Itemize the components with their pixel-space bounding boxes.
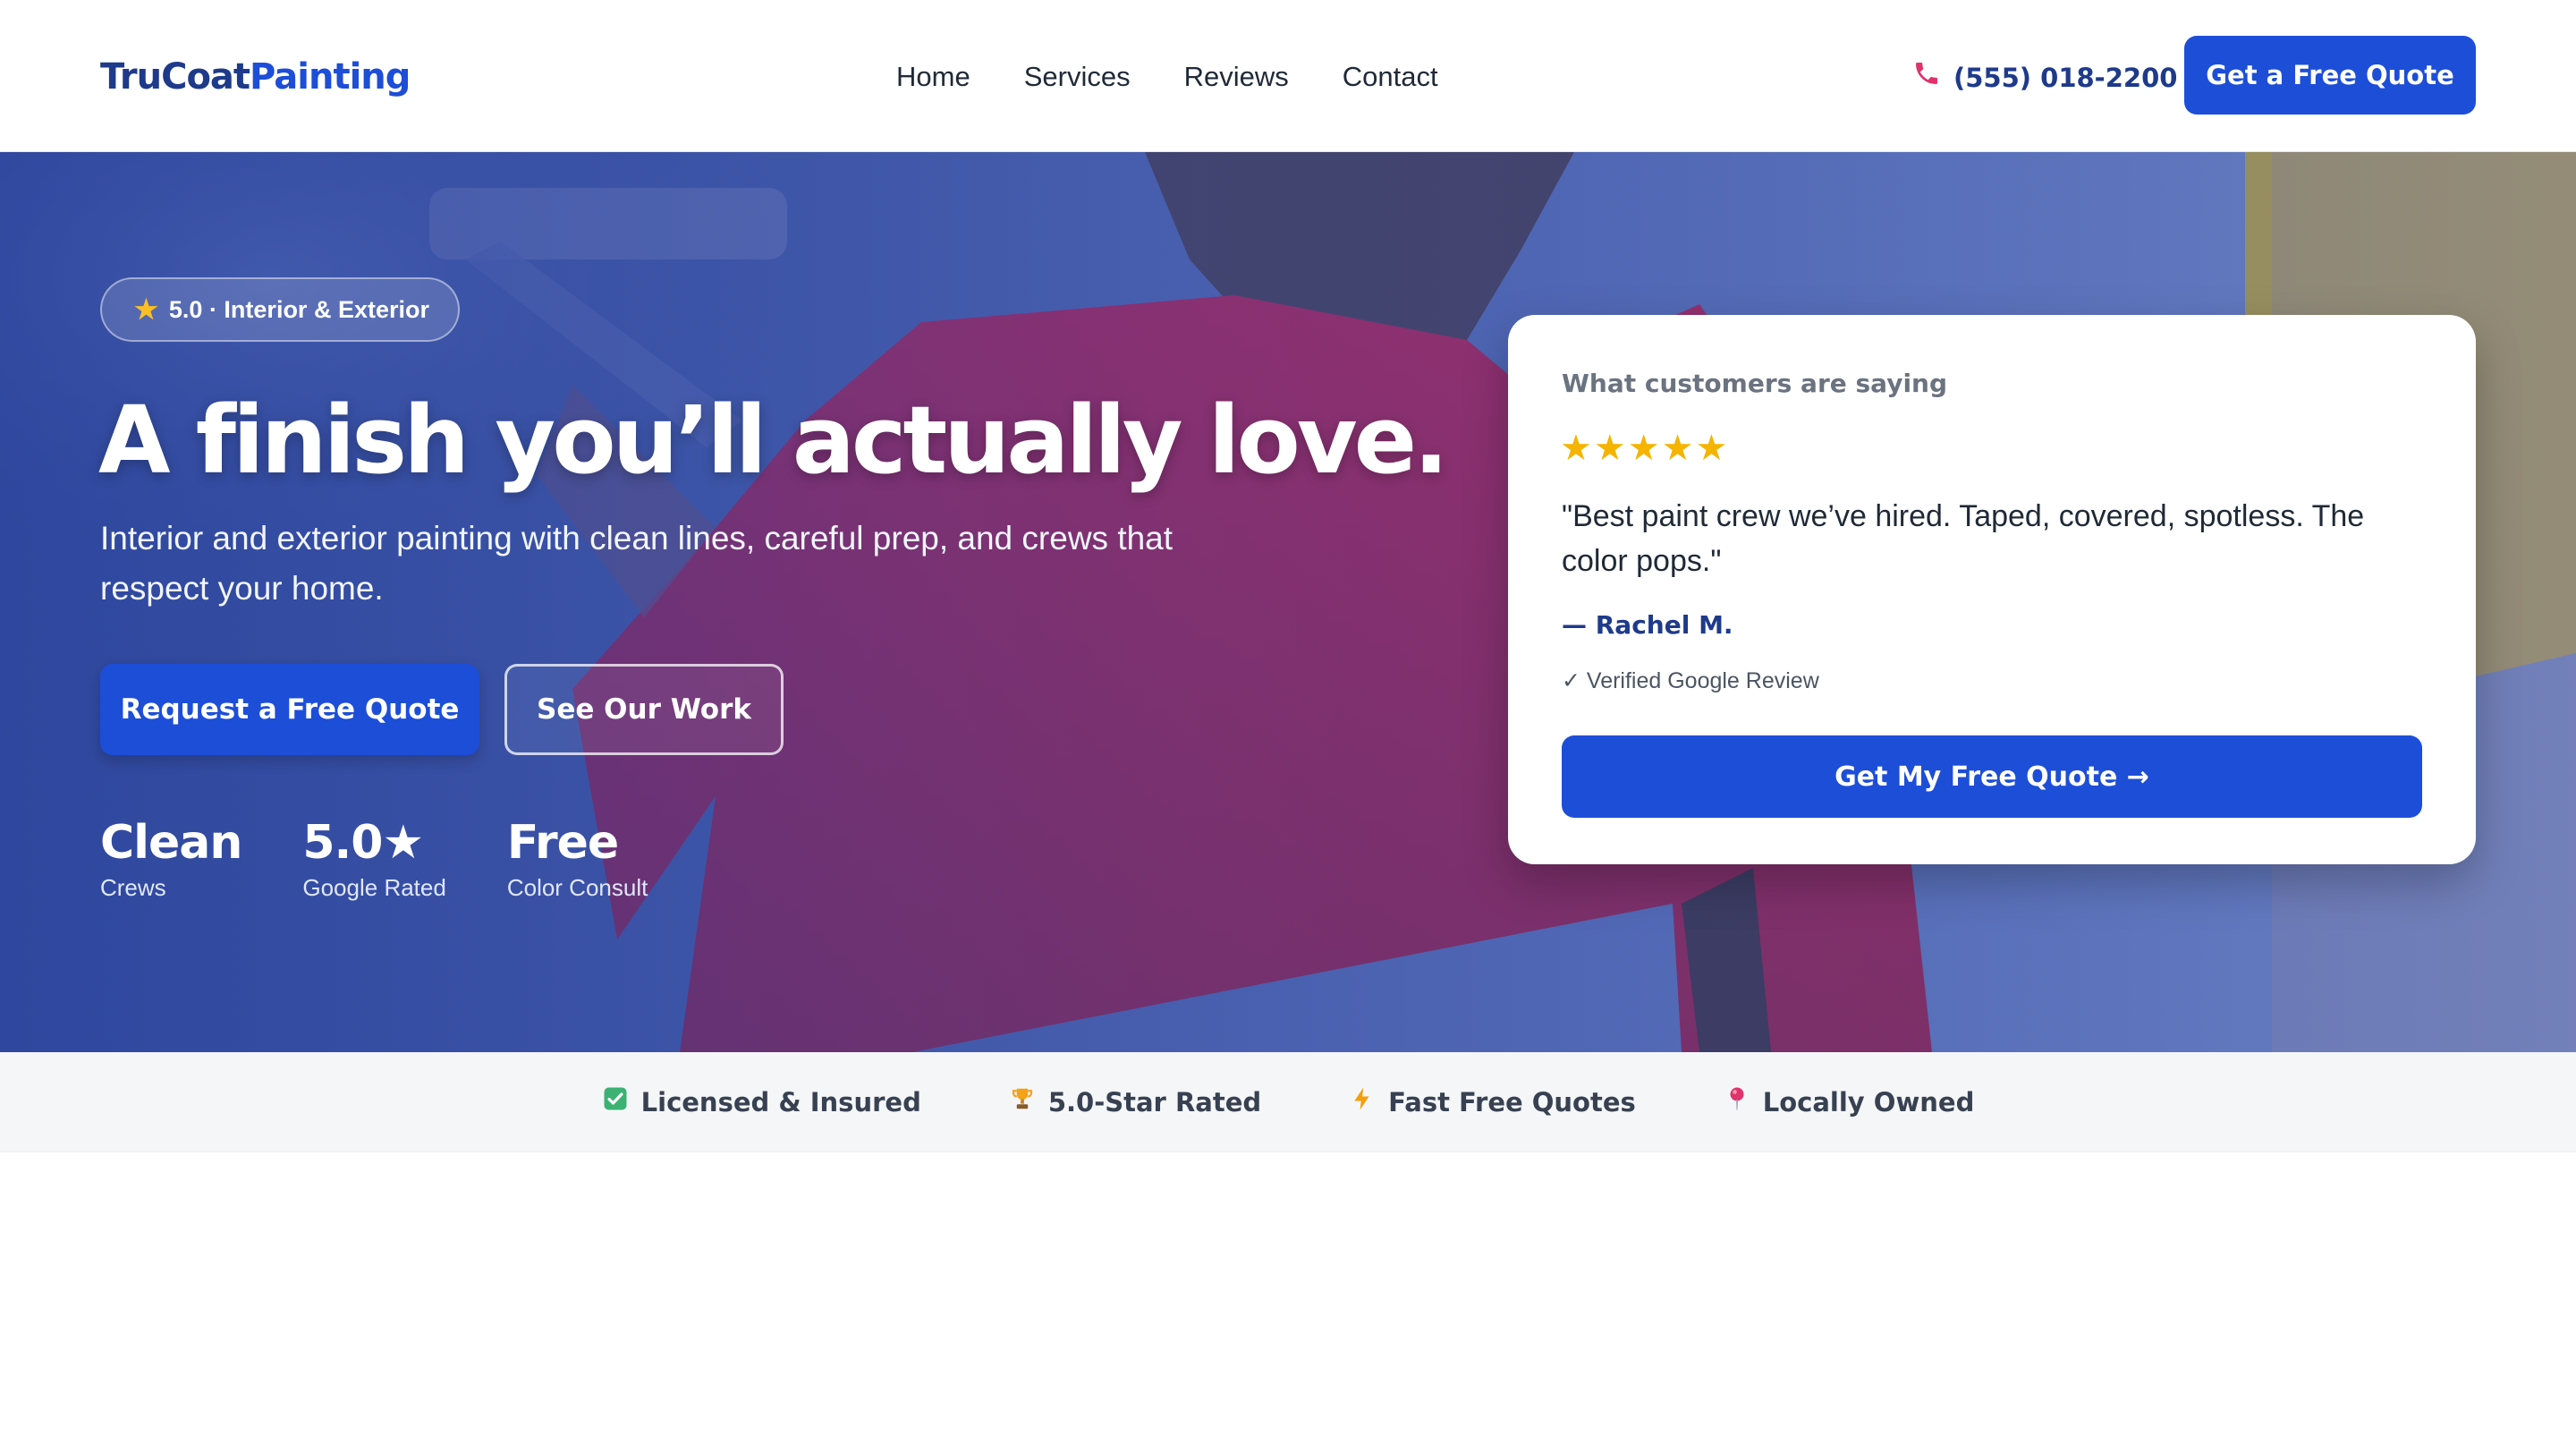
trust-label: Locally Owned [1762,1086,1975,1117]
trophy-icon [1009,1085,1036,1118]
nav-contact[interactable]: Contact [1343,59,1438,95]
hero-stats: Clean Crews 5.0★ Google Rated Free Color… [100,814,648,904]
hero-section: ★ 5.0 · Interior & Exterior A finish you… [0,152,2576,1052]
pin-icon [1724,1085,1750,1118]
trust-item-rated: 5.0-Star Rated [1009,1085,1261,1118]
rating-badge: ★ 5.0 · Interior & Exterior [100,277,460,342]
review-card-heading: What customers are saying [1562,369,1948,398]
badge-text: 5.0 · Interior & Exterior [168,295,429,323]
stat-value: 5.0★ [302,816,424,870]
review-quote: "Best paint crew we’ve hired. Taped, cov… [1562,499,2365,578]
hero-title: A finish you’ll actually love. [98,386,1449,495]
logo-text-secondary: Painting [250,56,411,98]
review-author: — Rachel M. [1562,610,1733,640]
main-nav: Home Services Reviews Contact [896,59,1438,95]
logo[interactable]: TruCoatPainting [100,54,411,100]
stat-item: Free Color Consult [507,814,648,904]
stat-value: Clean [100,816,242,870]
five-star-rating-icon: ★★★★★ [1560,428,1730,469]
trust-label: Licensed & Insured [640,1086,921,1117]
nav-reviews[interactable]: Reviews [1184,59,1289,95]
site-header: TruCoatPainting Home Services Reviews Co… [0,0,2576,152]
phone-link[interactable]: (555) 018-2200 [1912,59,2177,97]
star-icon: ★ [134,294,158,325]
stat-value: Free [506,816,619,870]
trust-label: 5.0-Star Rated [1047,1086,1262,1117]
see-our-work-button[interactable]: See Our Work [504,664,784,755]
review-card: What customers are saying ★★★★★ "Best pa… [1508,315,2476,864]
stat-item: Clean Crews [100,814,242,904]
trust-item-quotes: Fast Free Quotes [1349,1085,1636,1118]
lightning-icon [1349,1085,1376,1118]
get-my-free-quote-button[interactable]: Get My Free Quote → [1562,735,2422,818]
stat-item: 5.0★ Google Rated [302,814,445,904]
request-quote-button[interactable]: Request a Free Quote [100,664,479,755]
hero-subtitle: Interior and exterior painting with clea… [100,520,1174,607]
nav-home[interactable]: Home [896,59,970,95]
stat-label: Color Consult [506,874,648,901]
stat-label: Crews [100,874,166,901]
verified-review-label: ✓ Verified Google Review [1562,668,1819,693]
phone-number: (555) 018-2200 [1953,63,2178,93]
stat-label: Google Rated [302,874,446,901]
nav-services[interactable]: Services [1024,59,1131,95]
logo-text-primary: TruCoat [100,56,250,98]
trust-item-local: Locally Owned [1724,1085,1975,1118]
trust-bar: Licensed & Insured 5.0-Star Rated Fast F… [0,1052,2576,1152]
trust-item-licensed: Licensed & Insured [602,1085,921,1118]
trust-label: Fast Free Quotes [1388,1086,1636,1117]
check-box-icon [602,1085,629,1118]
phone-icon [1912,59,1941,97]
header-quote-button[interactable]: Get a Free Quote [2184,36,2476,115]
